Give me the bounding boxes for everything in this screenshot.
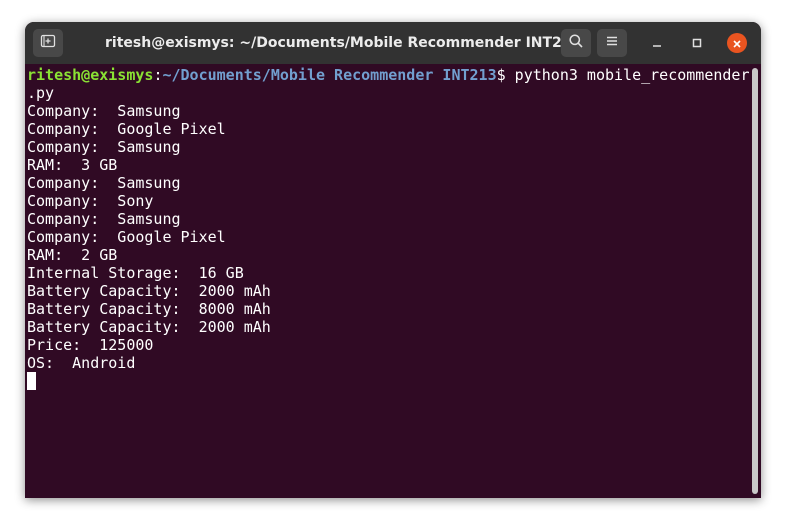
output-line: Battery Capacity: 2000 mAh [27,318,271,336]
minimize-button[interactable] [647,33,667,53]
close-button[interactable] [727,33,747,53]
hamburger-menu-icon [604,33,620,53]
prompt-symbol: $ [496,66,506,84]
output-line: Company: Google Pixel [27,120,226,138]
title-bar[interactable]: ritesh@exismys: ~/Documents/Mobile Recom… [25,22,761,64]
output-line: Price: 125000 [27,336,154,354]
output-line: Battery Capacity: 8000 mAh [27,300,271,318]
command-text: python3 mobile_recommender [505,66,750,84]
output-line: Company: Samsung [27,138,181,156]
output-line: Company: Samsung [27,210,181,228]
prompt-user-host: ritesh@exismys [27,66,154,84]
output-line: RAM: 3 GB [27,156,118,174]
output-line: OS: Android [27,354,136,372]
terminal-output-area[interactable]: ritesh@exismys:~/Documents/Mobile Recomm… [25,64,750,498]
vertical-scrollbar[interactable] [752,68,758,494]
output-line: Company: Google Pixel [27,228,226,246]
terminal-window: ritesh@exismys: ~/Documents/Mobile Recom… [25,22,761,498]
command-line: ritesh@exismys:~/Documents/Mobile Recomm… [27,66,750,84]
maximize-icon [691,34,703,53]
search-icon [568,33,584,53]
search-button[interactable] [561,29,591,57]
maximize-button[interactable] [687,33,707,53]
new-tab-icon [40,33,56,53]
output-line: Company: Samsung [27,102,181,120]
output-line: Internal Storage: 16 GB [27,264,244,282]
command-wrap-line: .py [27,84,55,102]
output-line: Company: Samsung [27,174,181,192]
cursor-line [27,372,750,390]
menu-button[interactable] [597,29,627,57]
text-cursor [27,372,36,390]
output-line: Company: Sony [27,192,154,210]
output-line: RAM: 2 GB [27,246,118,264]
prompt-path: ~/Documents/Mobile Recommender INT213 [162,66,497,84]
close-icon [732,34,742,53]
window-title: ritesh@exismys: ~/Documents/Mobile Recom… [105,35,582,51]
minimize-icon [651,34,663,53]
new-tab-button[interactable] [33,29,63,57]
output-line: Battery Capacity: 2000 mAh [27,282,271,300]
